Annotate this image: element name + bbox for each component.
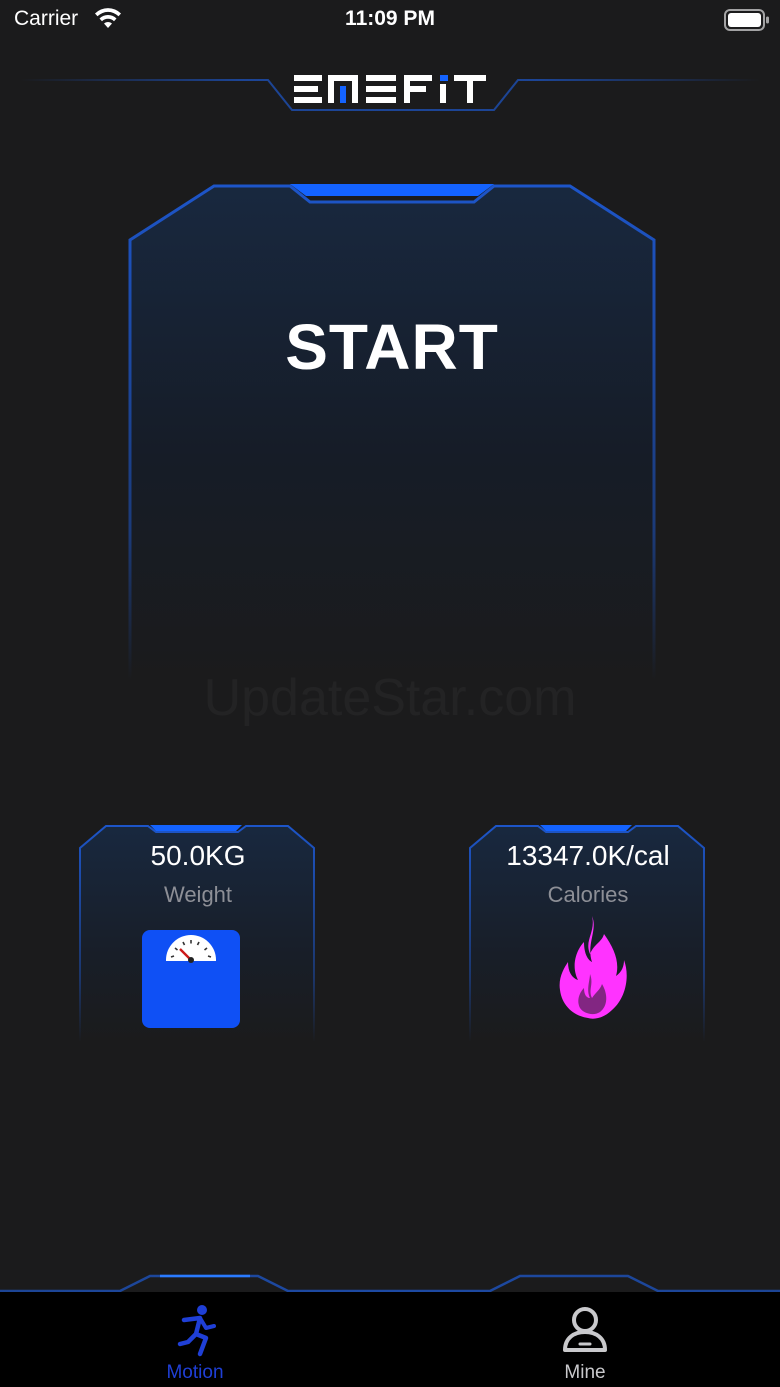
scale-icon [142, 930, 240, 1028]
tab-motion[interactable]: Motion [0, 1292, 390, 1387]
flame-icon [554, 914, 628, 1027]
start-button[interactable]: START [126, 180, 658, 680]
weight-value: 50.0KG [150, 840, 246, 871]
calories-card[interactable]: 13347.0K/cal Calories [468, 822, 708, 1042]
weight-label: Weight [163, 882, 233, 907]
tab-motion-label: Motion [166, 1362, 224, 1383]
person-icon [560, 1304, 610, 1363]
status-bar: Carrier 11:09 PM [0, 0, 780, 44]
calories-label: Calories [547, 882, 629, 907]
battery-icon [724, 8, 770, 37]
watermark-text: UpdateStar.com [0, 668, 780, 728]
tab-bar-frame [0, 1274, 780, 1293]
start-label: START [285, 311, 499, 383]
status-time: 11:09 PM [345, 7, 435, 30]
calories-value: 13347.0K/cal [506, 840, 670, 871]
emsfit-logo [292, 72, 488, 106]
tab-mine-label: Mine [564, 1362, 606, 1383]
running-man-icon [170, 1304, 220, 1363]
app-screen: Carrier 11:09 PM START 50.0KG Weight 133… [0, 0, 780, 1387]
weight-card[interactable]: 50.0KG Weight [78, 822, 318, 1042]
tab-mine[interactable]: Mine [390, 1292, 780, 1387]
tab-bar: Motion Mine [0, 1292, 780, 1387]
